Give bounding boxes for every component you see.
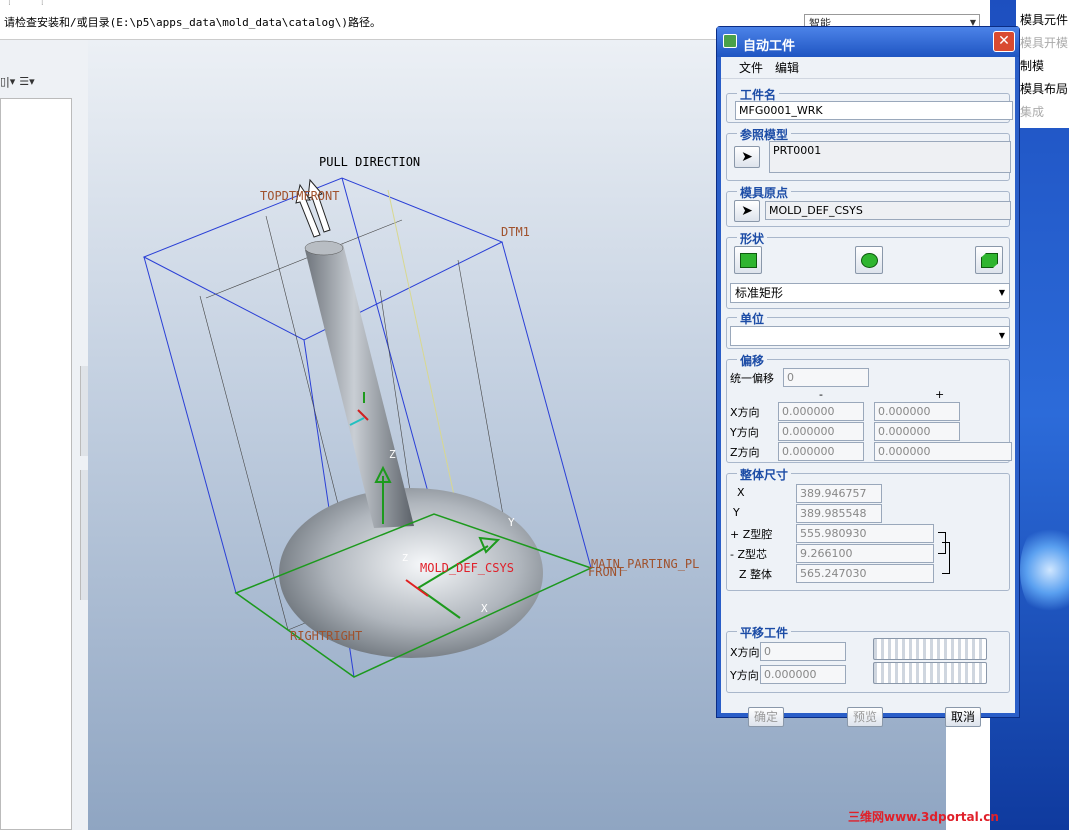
cancel-button[interactable]: 取消 xyxy=(945,707,981,727)
select-arrow-button[interactable]: ➤ xyxy=(734,200,760,222)
menu-edit[interactable]: 编辑 xyxy=(775,59,799,76)
watermark: 三维网www.3dportal.cn xyxy=(848,810,999,824)
cylinder-icon xyxy=(861,253,878,268)
select-arrow-button[interactable]: ➤ xyxy=(734,146,760,168)
custom-shape-button[interactable] xyxy=(975,246,1003,274)
translate-y-input[interactable]: 0.000000 xyxy=(760,665,846,684)
preview-button[interactable]: 预览 xyxy=(847,707,883,727)
tree-columns-icon[interactable]: ☰▾ xyxy=(19,75,34,88)
axis-y-label: Y xyxy=(508,516,515,529)
link-bracket xyxy=(942,542,950,574)
group-translate: 平移工件 X方向 0 Y方向 0.000000 xyxy=(726,624,1010,693)
workpiece-name-input[interactable]: MFG0001_WRK xyxy=(735,101,1013,120)
translate-y-label: Y方向 xyxy=(730,669,759,682)
group-shape: 形状 标准矩形 ▼ xyxy=(726,230,1010,309)
overall-x-field[interactable]: 389.946757 xyxy=(796,484,882,503)
group-reference-model: 参照模型 ➤ PRT0001 xyxy=(726,126,1011,181)
dialog-title: 自动工件 xyxy=(743,39,796,54)
offset-x-plus-input[interactable]: 0.000000 xyxy=(874,402,960,421)
unit-select[interactable]: ▼ xyxy=(730,326,1010,346)
dialog-titlebar[interactable]: 自动工件 ✕ xyxy=(717,27,1019,57)
splitter-handle[interactable] xyxy=(80,366,88,456)
menu-item-molding[interactable]: 制模 xyxy=(1016,55,1069,78)
grip-dots: ⁞⁞ xyxy=(8,0,74,8)
menu-item-mold-component[interactable]: 模具元件 xyxy=(1016,9,1069,32)
translate-x-label: X方向 xyxy=(730,646,760,659)
translate-y-slider[interactable] xyxy=(873,662,987,684)
model-tree[interactable] xyxy=(0,98,72,830)
group-unit: 单位 ▼ xyxy=(726,310,1010,349)
group-overall-size: 整体尺寸 X 389.946757 Y 389.985548 + Z型腔 555… xyxy=(726,466,1010,591)
z-cavity-label: + Z型腔 xyxy=(730,528,773,541)
label-dtm1: DTM1 xyxy=(501,225,530,239)
ok-button[interactable]: 确定 xyxy=(748,707,784,727)
group-title: 偏移 xyxy=(737,352,768,369)
chevron-down-icon: ▼ xyxy=(998,331,1005,340)
label-top-front: TOPDTMFRONT xyxy=(260,189,339,203)
shape-select[interactable]: 标准矩形 ▼ xyxy=(730,283,1010,303)
z-cavity-field[interactable]: 555.980930 xyxy=(796,524,934,543)
menu-item-integrate[interactable]: 集成 xyxy=(1016,101,1069,124)
ref-model-field: PRT0001 xyxy=(769,141,1011,173)
overall-x-label: X xyxy=(737,486,745,499)
menu-file[interactable]: 文件 xyxy=(739,59,763,76)
group-workpiece-name: 工件名 MFG0001_WRK xyxy=(726,86,1013,123)
group-title: 整体尺寸 xyxy=(737,466,792,483)
axis-z-label-2: Z xyxy=(402,553,408,564)
model-tree-panel: ▯|▾ ☰▾ xyxy=(0,40,88,830)
z-core-label: - Z型芯 xyxy=(730,548,768,561)
polygon-icon xyxy=(981,253,998,268)
label-right: RIGHTRIGHT xyxy=(290,629,362,643)
dialog-menubar: 文件 编辑 xyxy=(721,57,1015,79)
group-title: 平移工件 xyxy=(737,624,792,641)
translate-x-slider[interactable] xyxy=(873,638,987,660)
translate-x-input[interactable]: 0 xyxy=(760,642,846,661)
close-button[interactable]: ✕ xyxy=(993,31,1015,52)
tree-filter-icon[interactable]: ▯|▾ xyxy=(0,75,15,88)
label-mold-def-csys: MOLD_DEF_CSYS xyxy=(420,561,514,575)
flower-decoration xyxy=(1020,520,1069,620)
box-icon xyxy=(740,253,757,268)
cylinder-shape-button[interactable] xyxy=(855,246,883,274)
axis-z-label: Z xyxy=(389,448,396,461)
message-text: 请检查安装和/或目录(E:\p5\apps_data\mold_data\cat… xyxy=(4,16,382,29)
group-title: 形状 xyxy=(737,230,768,247)
menu-item-mold-opening[interactable]: 模具开模 xyxy=(1016,32,1069,55)
uniform-offset-label: 统一偏移 xyxy=(730,372,774,385)
offset-z-label: Z方向 xyxy=(730,446,760,459)
offset-y-plus-input[interactable]: 0.000000 xyxy=(874,422,960,441)
group-title: 模具原点 xyxy=(737,184,792,201)
offset-z-minus-input[interactable]: 0.000000 xyxy=(778,442,864,461)
menu-item-mold-layout[interactable]: 模具布局 xyxy=(1016,78,1069,101)
axis-x-label: X xyxy=(481,602,488,615)
box-shape-button[interactable] xyxy=(734,246,762,274)
app-icon xyxy=(723,34,737,48)
label-pull-direction: PULL DIRECTION xyxy=(319,155,420,169)
offset-z-plus-input[interactable]: 0.000000 xyxy=(874,442,1012,461)
offset-y-minus-input[interactable]: 0.000000 xyxy=(778,422,864,441)
offset-x-label: X方向 xyxy=(730,406,760,419)
group-title: 单位 xyxy=(737,310,768,327)
z-total-label: Z 整体 xyxy=(739,568,773,581)
overall-y-field[interactable]: 389.985548 xyxy=(796,504,882,523)
mold-menu: 模具元件 模具开模 制模 模具布局 集成 xyxy=(1016,0,1069,128)
cylinder-shaft xyxy=(305,244,414,528)
mold-origin-field: MOLD_DEF_CSYS xyxy=(765,201,1011,220)
minus-label: - xyxy=(819,388,823,401)
offset-x-minus-input[interactable]: 0.000000 xyxy=(778,402,864,421)
z-total-field[interactable]: 565.247030 xyxy=(796,564,934,583)
dialog-body: 文件 编辑 工件名 MFG0001_WRK 参照模型 ➤ PRT0001 模具原… xyxy=(721,57,1015,727)
overall-y-label: Y xyxy=(733,506,740,519)
splitter-handle[interactable] xyxy=(80,470,88,600)
auto-workpiece-dialog: 自动工件 ✕ 文件 编辑 工件名 MFG0001_WRK 参照模型 ➤ PRT0… xyxy=(716,26,1020,727)
group-offset: 偏移 统一偏移 0 - + X方向 0.000000 0.000000 Y方向 … xyxy=(726,352,1012,463)
tree-toolbar: ▯|▾ ☰▾ xyxy=(0,70,75,92)
label-front: FRONT xyxy=(588,565,624,579)
group-mold-origin: 模具原点 ➤ MOLD_DEF_CSYS xyxy=(726,184,1011,227)
uniform-offset-input[interactable]: 0 xyxy=(783,368,869,387)
offset-y-label: Y方向 xyxy=(730,426,759,439)
z-core-field[interactable]: 9.266100 xyxy=(796,544,934,563)
plus-label: + xyxy=(935,388,945,401)
chevron-down-icon: ▼ xyxy=(998,288,1005,297)
